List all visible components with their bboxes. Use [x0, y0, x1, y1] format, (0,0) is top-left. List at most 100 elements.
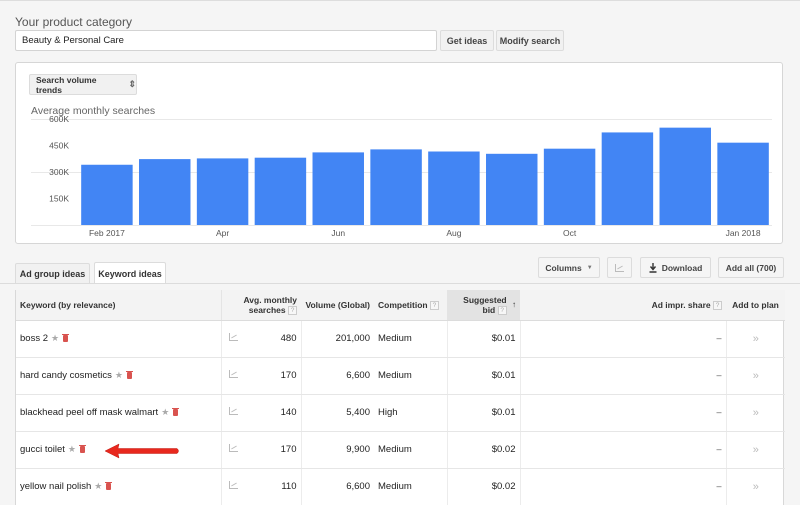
- x-tick-label: Jun: [331, 228, 345, 238]
- help-icon[interactable]: ?: [288, 305, 297, 315]
- keyword-cell: boss 2 ★: [16, 320, 222, 358]
- bar-jun-2017[interactable]: [312, 152, 364, 225]
- x-tick-label: Jan 2018: [726, 228, 761, 238]
- trash-icon[interactable]: [105, 482, 113, 490]
- avg-monthly-searches-cell: 110: [246, 468, 302, 505]
- bar-nov-2017[interactable]: [601, 132, 654, 225]
- impr-share-value: –: [716, 333, 722, 343]
- trash-icon[interactable]: [125, 371, 133, 379]
- line-chart-icon[interactable]: [229, 407, 239, 415]
- add-to-plan-icon[interactable]: »: [753, 370, 759, 382]
- bar-mar-2017[interactable]: [139, 159, 191, 225]
- download-label: Download: [661, 262, 703, 273]
- table-row: yellow nail polish ★ 110 6,600 Medium $0.02 – »: [16, 468, 785, 505]
- add-all-button[interactable]: Add all (700): [718, 257, 784, 278]
- add-to-plan-cell: »: [725, 394, 785, 432]
- volume-global-cell: 9,900: [301, 431, 374, 469]
- impr-share-value: –: [716, 407, 722, 417]
- keyword-text[interactable]: hard candy cosmetics: [20, 370, 112, 381]
- graph-toggle-button[interactable]: [607, 257, 632, 278]
- ad-impr-share-cell: –: [520, 357, 726, 395]
- y-tick-label: 150K: [49, 194, 69, 204]
- bar-aug-2017[interactable]: [428, 151, 480, 225]
- keyword-text[interactable]: gucci toilet: [20, 444, 65, 455]
- y-tick-label: 600K: [49, 114, 69, 124]
- modify-search-button[interactable]: Modify search: [496, 30, 564, 51]
- help-icon[interactable]: ?: [713, 300, 722, 310]
- bar-jan-2018[interactable]: [717, 142, 769, 225]
- star-icon[interactable]: ★: [161, 407, 169, 417]
- keyword-text[interactable]: yellow nail polish: [20, 481, 91, 492]
- header-bid-line2: bid: [482, 304, 496, 315]
- tab-ad-group-ideas[interactable]: Ad group ideas: [15, 263, 90, 283]
- header-bid-line1: Suggested: [463, 294, 507, 305]
- add-to-plan-icon[interactable]: »: [753, 333, 759, 345]
- product-category-input[interactable]: [15, 30, 437, 51]
- x-tick-label: Aug: [446, 228, 461, 238]
- tab-keyword-ideas[interactable]: Keyword ideas: [94, 262, 166, 284]
- x-tick-label: Feb 2017: [89, 228, 125, 238]
- keyword-text[interactable]: blackhead peel off mask walmart: [20, 407, 158, 418]
- x-tick-label: Apr: [216, 228, 229, 238]
- add-to-plan-icon[interactable]: »: [753, 444, 759, 456]
- line-chart-icon[interactable]: [229, 333, 239, 341]
- trash-icon[interactable]: [78, 445, 86, 453]
- bar-oct-2017[interactable]: [543, 148, 596, 225]
- avg-monthly-searches-cell: 170: [246, 357, 302, 395]
- header-ad-impr-share[interactable]: Ad impr. share ?: [520, 290, 726, 321]
- line-chart-icon: [615, 263, 624, 272]
- avg-monthly-searches-cell: 480: [246, 320, 302, 358]
- header-suggested-bid[interactable]: Suggested bid ? ↑: [447, 290, 520, 321]
- keyword-cell: hard candy cosmetics ★: [16, 357, 222, 395]
- trash-icon[interactable]: [172, 408, 180, 416]
- trend-cell: [221, 357, 246, 395]
- volume-global-cell: 6,600: [301, 468, 374, 505]
- header-competition[interactable]: Competition ?: [374, 290, 447, 321]
- suggested-bid-cell: $0.01: [447, 394, 521, 432]
- star-icon[interactable]: ★: [51, 333, 59, 343]
- suggested-bid-cell: $0.01: [447, 320, 521, 358]
- x-tick-label: Oct: [563, 228, 577, 238]
- header-volume-global[interactable]: Volume (Global): [301, 290, 374, 321]
- red-arrow-annotation: [104, 443, 179, 459]
- volume-global-cell: 201,000: [301, 320, 374, 358]
- help-icon[interactable]: ?: [429, 300, 439, 310]
- header-avg-monthly-searches[interactable]: Avg. monthly searches ?: [221, 290, 301, 321]
- keyword-text[interactable]: boss 2: [20, 333, 48, 344]
- header-avg-line2: searches: [248, 304, 286, 315]
- bar-feb-2017[interactable]: [81, 164, 133, 225]
- bar-sep-2017[interactable]: [486, 153, 538, 225]
- ad-impr-share-cell: –: [520, 320, 726, 358]
- header-keyword[interactable]: Keyword (by relevance): [16, 290, 222, 321]
- add-to-plan-cell: »: [725, 431, 785, 469]
- line-chart-icon[interactable]: [229, 370, 239, 378]
- add-to-plan-cell: »: [725, 468, 785, 505]
- table-row: hard candy cosmetics ★ 170 6,600 Medium $0.01…: [16, 357, 785, 395]
- tabs-divider: [0, 283, 800, 284]
- trend-cell: [221, 394, 246, 432]
- add-to-plan-icon[interactable]: »: [753, 481, 759, 493]
- line-chart-icon[interactable]: [229, 481, 239, 489]
- y-tick-label: 450K: [49, 141, 69, 151]
- table-row: boss 2 ★ 480 201,000 Medium $0.01 – »: [16, 320, 785, 358]
- bar-jul-2017[interactable]: [370, 149, 422, 225]
- columns-button[interactable]: Columns ▼: [538, 257, 600, 278]
- ad-impr-share-cell: –: [520, 394, 726, 432]
- help-icon[interactable]: ?: [497, 305, 507, 315]
- keyword-cell: yellow nail polish ★: [16, 468, 222, 505]
- star-icon[interactable]: ★: [94, 481, 102, 491]
- bar-apr-2017[interactable]: [196, 158, 249, 225]
- star-icon[interactable]: ★: [68, 444, 76, 454]
- add-to-plan-icon[interactable]: »: [753, 407, 759, 419]
- avg-monthly-searches-cell: 170: [246, 431, 302, 469]
- download-button[interactable]: Download: [640, 257, 711, 278]
- star-icon[interactable]: ★: [115, 370, 123, 380]
- bar-chart: 150K 300K 450K 600K Feb 2017 Apr Jun Aug Oct Jan …: [31, 114, 772, 238]
- bar-may-2017[interactable]: [254, 157, 307, 225]
- add-to-plan-cell: »: [725, 320, 785, 358]
- trash-icon[interactable]: [62, 334, 70, 342]
- search-volume-chart-panel: Search volume trends ⇕ Average monthly s…: [15, 62, 783, 244]
- line-chart-icon[interactable]: [229, 444, 239, 452]
- bar-dec-2017[interactable]: [659, 127, 711, 225]
- get-ideas-button[interactable]: Get ideas: [440, 30, 494, 51]
